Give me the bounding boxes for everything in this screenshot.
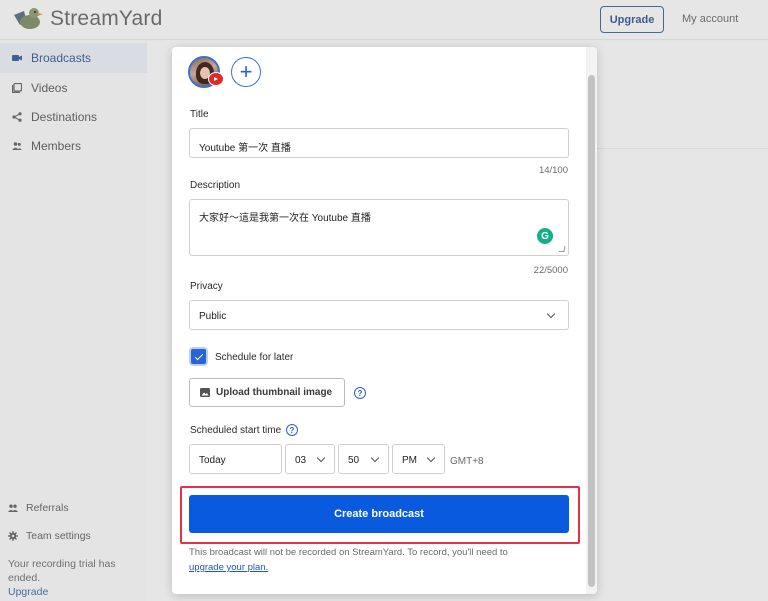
- share-icon: [12, 112, 22, 122]
- privacy-label: Privacy: [190, 281, 223, 292]
- streamyard-logo[interactable]: StreamYard: [10, 5, 163, 33]
- description-char-counter: 22/5000: [533, 265, 568, 276]
- description-label: Description: [190, 180, 241, 191]
- upload-thumbnail-label: Upload thumbnail image: [216, 387, 333, 398]
- broadcast-icon: [12, 55, 22, 61]
- trial-text: Your recording trial has ended.: [8, 558, 116, 584]
- start-hour-value: 03: [295, 455, 307, 466]
- recording-notice-text: This broadcast will not be recorded on S…: [189, 547, 508, 558]
- sidebar-footer-label: Team settings: [26, 530, 91, 542]
- brand-name: StreamYard: [50, 7, 163, 30]
- youtube-icon: [208, 72, 224, 86]
- title-char-counter: 14/100: [538, 165, 568, 176]
- sidebar-item-members[interactable]: Members: [0, 131, 147, 161]
- my-account-link[interactable]: My account: [682, 13, 738, 25]
- grammarly-icon[interactable]: G: [537, 228, 553, 244]
- description-text: 大家好～這是我第一次在 Youtube 直播: [199, 213, 371, 224]
- content-divider: [596, 148, 768, 149]
- chevron-down-icon: [370, 453, 380, 463]
- dialog-scrollbar[interactable]: [586, 47, 597, 594]
- upgrade-button[interactable]: Upgrade: [600, 6, 664, 33]
- privacy-select[interactable]: Public: [189, 300, 569, 330]
- start-ampm-select[interactable]: PM: [392, 444, 445, 474]
- duck-logo-icon: [14, 8, 43, 29]
- chevron-down-icon: [426, 453, 436, 463]
- schedule-later-checkbox[interactable]: [191, 349, 206, 364]
- sidebar-item-label: Videos: [31, 81, 68, 95]
- start-ampm-value: PM: [402, 455, 417, 466]
- title-input[interactable]: Youtube 第一次 直播: [189, 128, 569, 158]
- gear-icon: [8, 531, 18, 541]
- chevron-down-icon: [316, 453, 326, 463]
- sidebar-item-label: Broadcasts: [31, 51, 92, 65]
- scrollbar-thumb[interactable]: [588, 75, 595, 587]
- description-textarea[interactable]: 大家好～這是我第一次在 Youtube 直播 G: [189, 199, 569, 256]
- referrals-icon: [8, 504, 18, 512]
- start-time-label: Scheduled start time: [190, 425, 282, 436]
- trial-upgrade-link[interactable]: Upgrade: [8, 586, 48, 598]
- start-day-select[interactable]: Today: [189, 444, 282, 474]
- sidebar: Broadcasts Videos Destinations Members R…: [0, 41, 147, 601]
- upload-thumbnail-button[interactable]: Upload thumbnail image: [189, 378, 345, 407]
- top-bar: StreamYard Upgrade My account: [0, 0, 768, 40]
- sidebar-item-destinations[interactable]: Destinations: [0, 102, 147, 132]
- start-hour-select[interactable]: 03: [285, 444, 335, 474]
- trial-status: Your recording trial has ended. Upgrade: [8, 557, 138, 599]
- create-broadcast-button[interactable]: Create broadcast: [189, 495, 569, 533]
- start-time-help-icon[interactable]: ?: [286, 424, 298, 436]
- schedule-later-label[interactable]: Schedule for later: [215, 352, 293, 363]
- timezone-label: GMT+8: [450, 456, 484, 467]
- start-day-value: Today: [199, 455, 226, 466]
- recording-notice: This broadcast will not be recorded on S…: [189, 545, 569, 575]
- sidebar-item-referrals[interactable]: Referrals: [0, 502, 147, 514]
- add-destination-button[interactable]: +: [231, 57, 261, 87]
- privacy-value: Public: [199, 311, 227, 322]
- upgrade-plan-link[interactable]: upgrade your plan.: [189, 562, 268, 573]
- sidebar-item-videos[interactable]: Videos: [0, 73, 147, 103]
- sidebar-footer-label: Referrals: [26, 502, 69, 514]
- title-label: Title: [190, 109, 209, 120]
- start-minute-value: 50: [348, 455, 360, 466]
- videos-icon: [12, 83, 22, 93]
- sidebar-item-broadcasts[interactable]: Broadcasts: [0, 43, 147, 73]
- image-icon: [200, 388, 210, 397]
- thumbnail-help-icon[interactable]: ?: [354, 387, 366, 399]
- sidebar-item-team-settings[interactable]: Team settings: [0, 530, 147, 542]
- resize-handle-icon[interactable]: [558, 246, 566, 252]
- start-minute-select[interactable]: 50: [338, 444, 389, 474]
- sidebar-item-label: Destinations: [31, 110, 98, 124]
- checkmark-icon: [194, 351, 203, 360]
- sidebar-item-label: Members: [31, 139, 82, 153]
- create-broadcast-dialog: + Title Youtube 第一次 直播 14/100 Descriptio…: [172, 47, 597, 594]
- members-icon: [12, 142, 22, 150]
- chevron-down-icon: [546, 309, 556, 319]
